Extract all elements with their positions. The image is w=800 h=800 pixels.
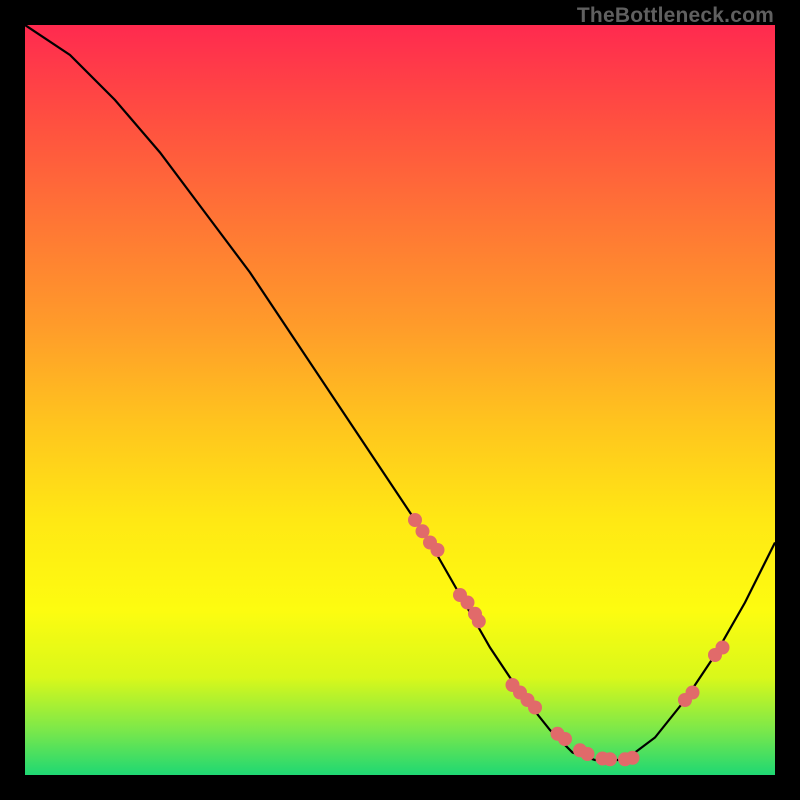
data-point xyxy=(626,751,640,765)
chart-overlay xyxy=(25,25,775,775)
data-points xyxy=(408,513,730,766)
data-point xyxy=(716,641,730,655)
data-point xyxy=(431,543,445,557)
bottleneck-curve xyxy=(25,25,775,760)
data-point xyxy=(603,752,617,766)
data-point xyxy=(686,686,700,700)
data-point xyxy=(558,732,572,746)
data-point xyxy=(581,747,595,761)
bottleneck-chart xyxy=(25,25,775,775)
data-point xyxy=(472,614,486,628)
data-point xyxy=(528,701,542,715)
watermark-text: TheBottleneck.com xyxy=(577,4,774,28)
